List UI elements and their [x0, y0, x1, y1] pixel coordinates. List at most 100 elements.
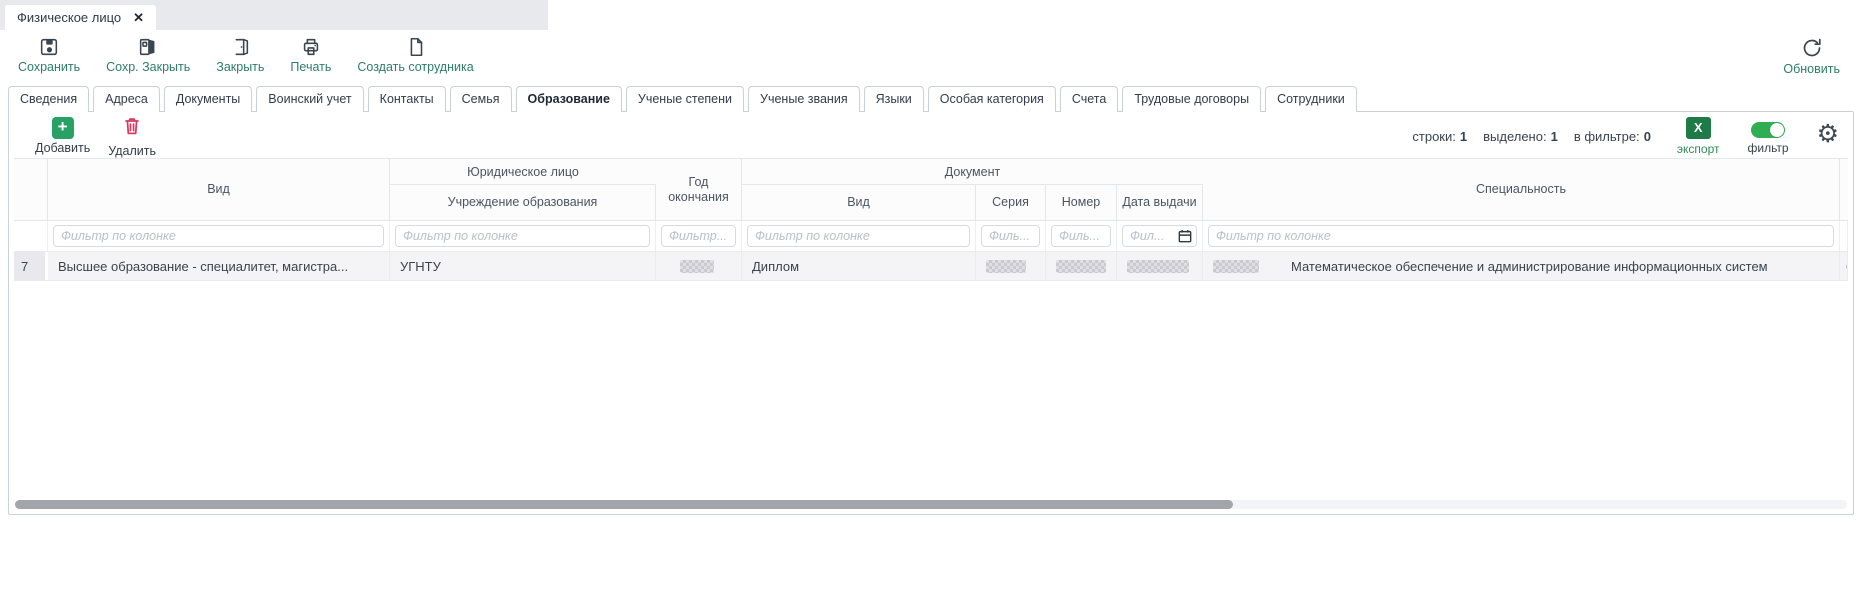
- cell-issue-date-redacted: [1117, 252, 1203, 280]
- filter-cell-rownum: [14, 221, 48, 251]
- delete-row-button[interactable]: Удалить: [108, 115, 156, 158]
- close-button[interactable]: Закрыть: [216, 36, 264, 74]
- header-vid[interactable]: Вид: [48, 159, 390, 221]
- create-employee-label: Создать сотрудника: [357, 60, 474, 74]
- print-label: Печать: [290, 60, 332, 74]
- print-button[interactable]: Печать: [290, 36, 331, 74]
- save-button[interactable]: Сохранить: [18, 36, 80, 74]
- filter-input-number[interactable]: [1051, 225, 1111, 247]
- cell-number-redacted: [1046, 252, 1117, 280]
- filter-input-grad-year[interactable]: [661, 225, 736, 247]
- refresh-button[interactable]: Обновить: [1783, 36, 1840, 76]
- header-group-document: Документ Вид Серия Номер Дата выдачи: [742, 159, 1203, 221]
- filter-cell-grad-year: [656, 221, 742, 251]
- tab-uchenye-stepeni[interactable]: Ученые степени: [625, 86, 745, 112]
- plus-icon: +: [51, 117, 74, 139]
- card-tabs: Сведения Адреса Документы Воинский учет …: [8, 86, 1862, 112]
- in-filter-counter: в фильтре: 0: [1574, 129, 1651, 144]
- filter-cell-institution: [390, 221, 656, 251]
- document-tabbar: Физическое лицо ✕: [0, 0, 1862, 30]
- filter-cell-number: [1046, 221, 1117, 251]
- trash-icon: [121, 115, 143, 142]
- create-employee-button[interactable]: Создать сотрудника: [357, 36, 474, 74]
- export-label: экспорт: [1676, 141, 1720, 156]
- export-excel-button[interactable]: X экспорт: [1676, 116, 1720, 156]
- cell-institution: УГНТУ: [390, 252, 656, 280]
- filter-cell-clipped-next: [1840, 221, 1848, 251]
- save-icon: [38, 36, 60, 58]
- filter-cell-issue-date: [1117, 221, 1203, 251]
- tab-dokumenty[interactable]: Документы: [163, 86, 253, 112]
- horizontal-scrollbar[interactable]: [15, 500, 1847, 509]
- filter-input-vid[interactable]: [53, 225, 384, 247]
- tab-sotrudniki[interactable]: Сотрудники: [1265, 86, 1357, 112]
- door-icon: [229, 36, 251, 58]
- filter-cell-doc-vid: [742, 221, 976, 251]
- specialty-code-redacted: [1213, 259, 1259, 273]
- document-tab-fizlico[interactable]: Физическое лицо ✕: [5, 5, 157, 30]
- group-label-legal-entity: Юридическое лицо: [390, 159, 656, 185]
- cell-doc-vid: Диплом: [742, 252, 976, 280]
- cell-specialty: Математическое обеспечение и администрир…: [1203, 252, 1840, 280]
- horizontal-scrollbar-thumb[interactable]: [15, 500, 1233, 509]
- tab-svedeniya[interactable]: Сведения: [8, 86, 90, 112]
- save-close-button[interactable]: Сохр. Закрыть: [106, 36, 190, 74]
- grid-counters: строки: 1 выделено: 1 в фильтре: 0: [1412, 129, 1651, 144]
- filter-toggle-control[interactable]: фильтр: [1748, 118, 1789, 155]
- table-row[interactable]: 7 Высшее образование - специалитет, маги…: [14, 251, 1848, 281]
- header-group-legal-entity: Юридическое лицо Учреждение образования: [390, 159, 656, 221]
- cell-clipped-next: 6: [1840, 252, 1848, 280]
- delete-label: Удалить: [108, 143, 156, 158]
- gear-icon[interactable]: ⚙: [1817, 122, 1839, 147]
- close-icon[interactable]: ✕: [133, 10, 144, 26]
- cell-rownum: 7: [14, 252, 48, 280]
- header-grad-year[interactable]: Год окончания: [656, 159, 742, 221]
- in-filter-counter-value: 0: [1643, 128, 1651, 144]
- tab-adresa[interactable]: Адреса: [93, 86, 160, 112]
- filter-input-series[interactable]: [981, 225, 1040, 247]
- tab-voinskiy-uchet[interactable]: Воинский учет: [256, 86, 364, 112]
- header-doc-vid[interactable]: Вид: [742, 185, 976, 221]
- header-issue-date[interactable]: Дата выдачи: [1117, 185, 1203, 221]
- filter-input-issue-date[interactable]: [1122, 225, 1197, 247]
- close-label: Закрыть: [216, 60, 265, 74]
- filter-input-institution[interactable]: [395, 225, 650, 247]
- header-series[interactable]: Серия: [976, 185, 1046, 221]
- new-document-icon: [405, 36, 427, 58]
- tab-obrazovanie[interactable]: Образование: [515, 86, 622, 112]
- cell-grad-year-redacted: [656, 252, 742, 280]
- tab-kontakty[interactable]: Контакты: [367, 86, 446, 112]
- selected-counter-value: 1: [1550, 128, 1558, 144]
- grid-toolbar: + Добавить Удалить строки: 1 выделено: 1 в…: [9, 112, 1853, 158]
- header-institution[interactable]: Учреждение образования: [390, 185, 656, 221]
- filter-input-doc-vid[interactable]: [747, 225, 970, 247]
- refresh-icon: [1800, 36, 1824, 60]
- refresh-label: Обновить: [1783, 62, 1840, 76]
- header-clipped-next: [1840, 159, 1848, 221]
- specialty-text: Математическое обеспечение и администрир…: [1291, 258, 1768, 274]
- education-table: Вид Юридическое лицо Учреждение образова…: [14, 158, 1848, 281]
- tab-uchenye-zvaniya[interactable]: Ученые звания: [748, 86, 860, 112]
- add-row-button[interactable]: + Добавить: [35, 117, 90, 155]
- header-specialty[interactable]: Специальность: [1203, 159, 1840, 221]
- tab-osobaya-kategoriya[interactable]: Особая категория: [927, 86, 1056, 112]
- filter-input-specialty[interactable]: [1208, 225, 1834, 247]
- filter-cell-vid: [48, 221, 390, 251]
- header-number[interactable]: Номер: [1046, 185, 1117, 221]
- toggle-on-icon[interactable]: [1751, 121, 1786, 138]
- education-panel: + Добавить Удалить строки: 1 выделено: 1 в…: [8, 111, 1854, 515]
- document-tab-title: Физическое лицо: [17, 10, 122, 25]
- save-close-icon: [137, 36, 159, 58]
- save-label: Сохранить: [18, 60, 81, 74]
- in-filter-counter-label: в фильтре:: [1573, 128, 1640, 144]
- filter-cell-series: [976, 221, 1046, 251]
- tab-semya[interactable]: Семья: [449, 86, 512, 112]
- cell-vid: Высшее образование - специалитет, магист…: [48, 252, 390, 280]
- tab-yazyki[interactable]: Языки: [863, 86, 924, 112]
- tab-trudovye-dogovory[interactable]: Трудовые договоры: [1122, 86, 1262, 112]
- filter-row: [14, 221, 1848, 251]
- rows-counter-label: строки:: [1412, 128, 1456, 144]
- group-label-document: Документ: [742, 159, 1203, 185]
- selected-counter-label: выделено:: [1483, 128, 1547, 144]
- tab-scheta[interactable]: Счета: [1059, 86, 1119, 112]
